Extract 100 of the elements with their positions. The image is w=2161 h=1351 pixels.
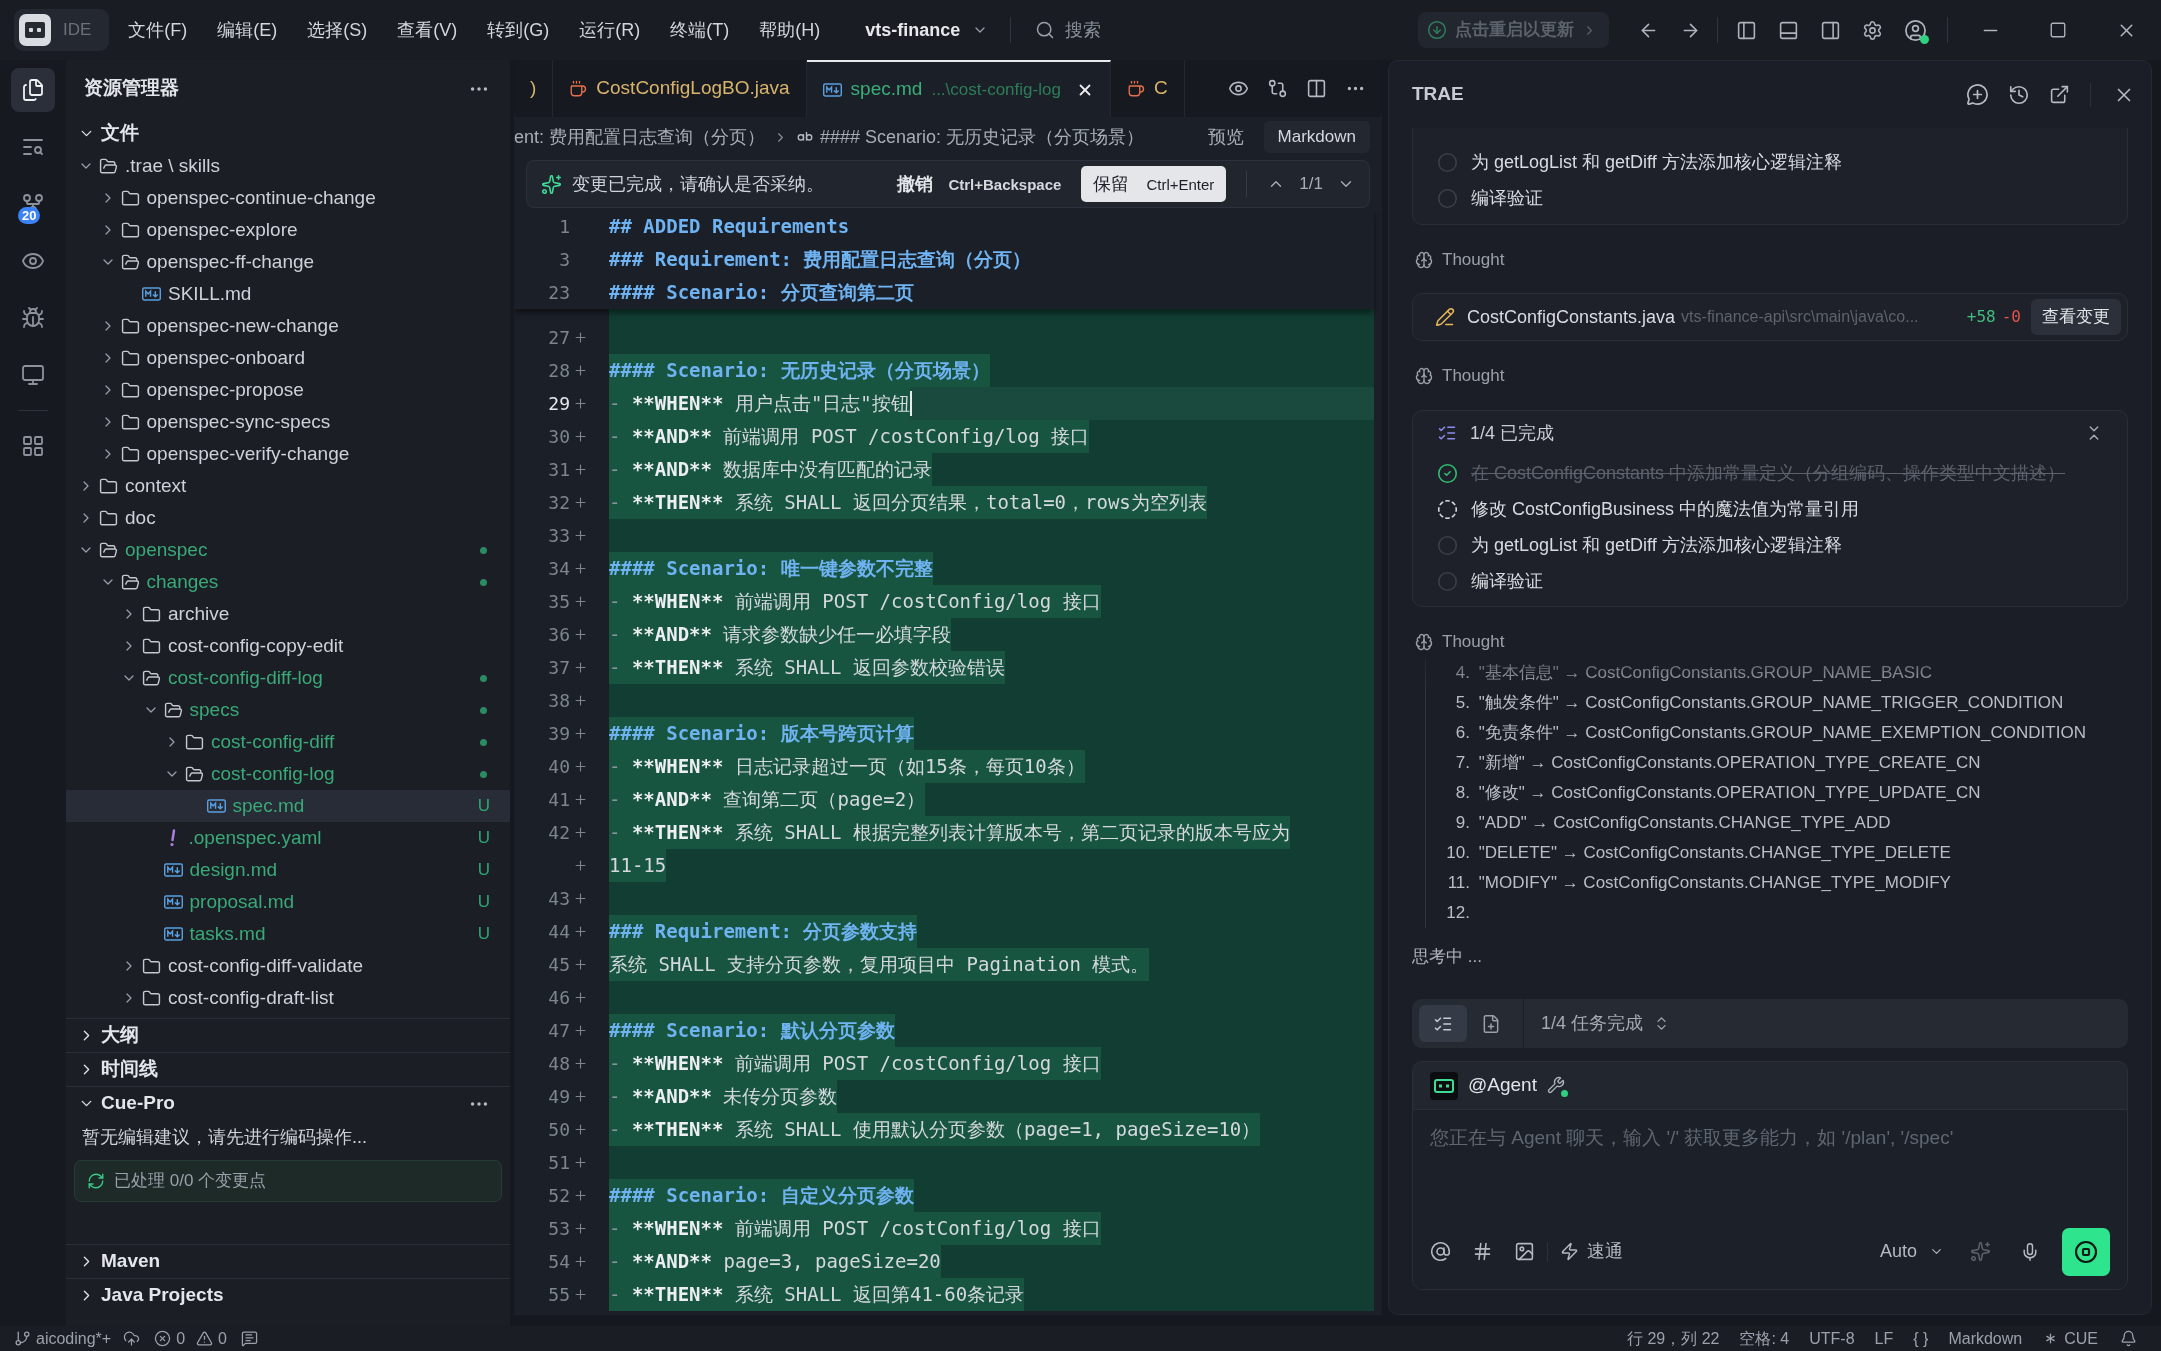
tree-item[interactable]: cost-config-diff-log [66, 662, 510, 694]
preview-button[interactable]: 预览 [1207, 123, 1244, 151]
maximize-icon[interactable] [2049, 21, 2067, 39]
agent-mention[interactable]: @Agent [1468, 1071, 1537, 1100]
line-ending-setting[interactable]: LF [1874, 1326, 1894, 1351]
task-summary: 1/4 已完成 [1470, 421, 1555, 445]
tree-item[interactable]: openspec-new-change [66, 310, 510, 342]
history-icon[interactable] [2008, 83, 2030, 106]
tree-item[interactable]: .openspec.yaml U [66, 822, 510, 854]
indent-setting[interactable]: 空格: 4 [1739, 1326, 1790, 1351]
menu-item[interactable]: 选择(S) [292, 12, 383, 48]
bell-icon[interactable] [2120, 1330, 2137, 1347]
tree-item[interactable]: openspec-explore [66, 214, 510, 246]
tree-item[interactable]: proposal.md U [66, 886, 510, 918]
tree-item[interactable]: cost-config-draft-list [66, 982, 510, 1014]
language-button[interactable]: Markdown [1263, 121, 1370, 153]
compare-icon[interactable] [1267, 78, 1288, 99]
folder-icon [120, 188, 140, 208]
editor-tab[interactable]: spec.md ...\cost-config-log [806, 60, 1111, 117]
account-icon[interactable] [1904, 18, 1927, 42]
menu-item[interactable]: 帮助(H) [744, 12, 836, 48]
tree-item[interactable]: context [66, 470, 510, 502]
folder-icon [120, 444, 140, 464]
encoding-setting[interactable]: UTF-8 [1809, 1326, 1855, 1351]
list-item: 4. "基本信息" → CostConfigConstants.GROUP_NAME_BASIC [1454, 662, 1933, 684]
section-header[interactable]: 文件 [66, 117, 510, 150]
breadcrumb-item[interactable]: #### Scenario: 无历史记录（分页场景） [820, 123, 1145, 151]
tree-item[interactable]: tasks.md U [66, 918, 510, 950]
activity-tab[interactable]: 20 [11, 182, 55, 226]
hash-icon[interactable] [1472, 1241, 1493, 1262]
view-changes-button[interactable]: 查看变更 [2031, 299, 2121, 335]
branch-button[interactable]: aicoding*+ [14, 1326, 112, 1351]
tree-item[interactable]: cost-config-diff-validate [66, 950, 510, 982]
section-header[interactable]: Java Projects [66, 1279, 510, 1312]
section-header[interactable]: 时间线 [66, 1053, 510, 1086]
breadcrumb-item[interactable]: ent: 费用配置日志查询（分页） [514, 123, 766, 151]
keep-button[interactable]: 保留 Ctrl+Enter [1081, 166, 1227, 202]
cloud-upload-icon[interactable] [123, 1330, 141, 1347]
tree-item[interactable]: SKILL.md [66, 278, 510, 310]
tree-item[interactable]: archive [66, 598, 510, 630]
image-icon[interactable] [1514, 1241, 1535, 1262]
split-editor-icon[interactable] [1306, 78, 1327, 99]
tree-item[interactable]: cost-config-log [66, 758, 510, 790]
message-icon[interactable] [241, 1330, 258, 1347]
tree-item[interactable]: design.md U [66, 854, 510, 886]
thought-toggle[interactable]: Thought [1412, 243, 2128, 276]
thought-toggle[interactable]: Thought [1412, 625, 2128, 658]
tree-item[interactable]: cost-config-copy-edit [66, 630, 510, 662]
plus-icon [573, 792, 588, 807]
tree-item[interactable]: openspec [66, 534, 510, 566]
stop-button[interactable] [2062, 1227, 2110, 1276]
plus-icon [573, 1188, 588, 1203]
activity-tab[interactable] [11, 68, 55, 112]
tree-item[interactable]: openspec-continue-change [66, 182, 510, 214]
section-header[interactable]: Cue-Pro [66, 1087, 510, 1120]
cue-status[interactable]: CUE [2042, 1326, 2098, 1351]
tree-item[interactable]: openspec-onboard [66, 342, 510, 374]
sparkle-icon[interactable] [1970, 1241, 1991, 1262]
section-header[interactable]: 大纲 [66, 1019, 510, 1052]
chat-input[interactable]: 您正在与 Agent 聊天，输入 '/' 获取更多能力，如 '/plan', '/spec' [1413, 1110, 2127, 1214]
task-progress-toggle[interactable]: 1/4 任务完成 [1541, 1010, 1671, 1037]
menu-item[interactable]: 文件(F) [113, 12, 203, 48]
tree-item[interactable]: openspec-propose [66, 374, 510, 406]
model-select[interactable]: Auto [1879, 1238, 1944, 1265]
at-sign-icon[interactable] [1430, 1241, 1451, 1262]
line-number: 50 [547, 1118, 570, 1142]
plus-icon [573, 1023, 588, 1038]
tools-icon[interactable] [1546, 1075, 1567, 1096]
tree-item[interactable]: openspec-verify-change [66, 438, 510, 470]
panel-tab[interactable] [1419, 1005, 1467, 1042]
menu-item[interactable]: 查看(V) [382, 12, 473, 48]
bottom-panel-icon[interactable] [1778, 19, 1799, 41]
cursor-position[interactable]: 行 29，列 22 [1627, 1326, 1720, 1351]
left-panel-icon[interactable] [1736, 19, 1757, 41]
settings-icon[interactable] [1862, 19, 1883, 41]
mode-button[interactable]: 速通 [1560, 1238, 1623, 1265]
project-switcher[interactable]: vts-finance [859, 12, 995, 48]
tree-item[interactable]: specs [66, 694, 510, 726]
tree-item[interactable]: openspec-ff-change [66, 246, 510, 278]
right-panel-icon[interactable] [1820, 19, 1841, 41]
undo-button[interactable]: 撤销 Ctrl+Backspace [887, 166, 1072, 202]
search-field[interactable]: 搜索 [1065, 16, 1266, 44]
microphone-icon[interactable] [2020, 1241, 2040, 1262]
tree-item[interactable]: spec.md U [66, 790, 510, 822]
section-header[interactable]: Maven [66, 1245, 510, 1278]
problems-button[interactable]: 0 0 [154, 1326, 227, 1351]
menu-item[interactable]: 运行(R) [564, 12, 656, 48]
menu-item[interactable]: 终端(T) [655, 12, 745, 48]
new-chat-icon[interactable] [1966, 83, 1989, 106]
bracket-status[interactable]: { } [1913, 1326, 1929, 1351]
tree-item[interactable]: cost-config-diff [66, 726, 510, 758]
pop-out-icon[interactable] [2049, 84, 2070, 105]
tree-item[interactable]: .trae \ skills [66, 150, 510, 182]
menu-item[interactable]: 转到(G) [472, 12, 565, 48]
language-mode[interactable]: Markdown [1948, 1326, 2023, 1351]
tree-item[interactable]: changes [66, 566, 510, 598]
thought-toggle[interactable]: Thought [1412, 359, 2128, 392]
tree-item[interactable]: openspec-sync-specs [66, 406, 510, 438]
tree-item[interactable]: doc [66, 502, 510, 534]
menu-item[interactable]: 编辑(E) [202, 12, 293, 48]
